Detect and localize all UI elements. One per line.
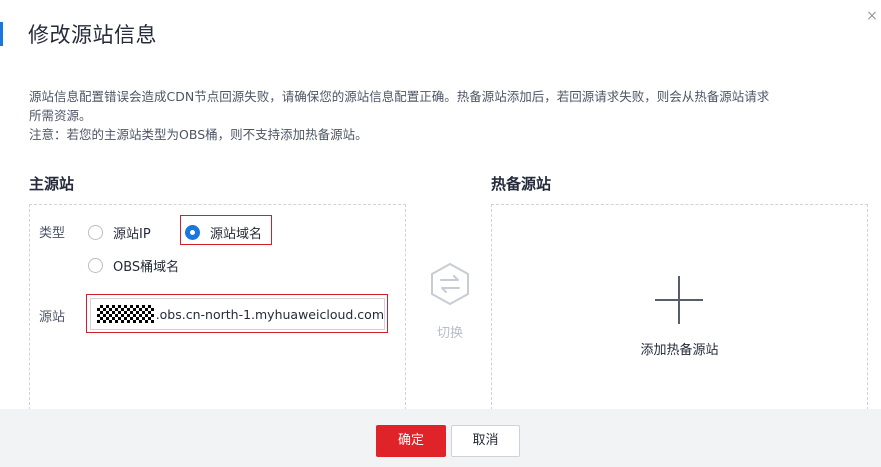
radio-label: 源站IP bbox=[113, 227, 151, 242]
origin-input-value: .obs.cn-north-1.myhuaweicloud.com bbox=[155, 306, 384, 322]
origin-input[interactable]: .obs.cn-north-1.myhuaweicloud.com bbox=[90, 298, 385, 330]
primary-origin-title: 主源站 bbox=[29, 175, 75, 193]
description-line-2: 所需资源。 bbox=[29, 108, 92, 123]
radio-origin-domain[interactable]: 源站域名 bbox=[185, 223, 262, 242]
close-icon[interactable]: × bbox=[863, 7, 881, 25]
dialog-title: 修改源站信息 bbox=[28, 23, 157, 47]
description-line-1: 源站信息配置错误会造成CDN节点回源失败，请确保您的源站信息配置正确。热备源站添… bbox=[29, 89, 770, 104]
backup-origin-title: 热备源站 bbox=[491, 175, 552, 193]
switch-arrows-icon bbox=[431, 262, 469, 306]
description-line-3: 注意：若您的主源站类型为OBS桶，则不支持添加热备源站。 bbox=[29, 127, 368, 142]
radio-circle[interactable] bbox=[88, 258, 103, 273]
origin-label: 源站 bbox=[39, 310, 66, 325]
radio-label: OBS桶域名 bbox=[113, 260, 180, 275]
switch-button[interactable]: 切换 bbox=[425, 262, 475, 341]
radio-origin-ip[interactable]: 源站IP bbox=[88, 223, 151, 242]
radio-label: 源站域名 bbox=[210, 227, 263, 242]
radio-obs-bucket-domain[interactable]: OBS桶域名 bbox=[88, 256, 179, 275]
radio-circle[interactable] bbox=[88, 225, 103, 240]
dialog-description: 源站信息配置错误会造成CDN节点回源失败，请确保您的源站信息配置正确。热备源站添… bbox=[29, 87, 869, 144]
add-backup-origin-label[interactable]: 添加热备源站 bbox=[491, 339, 868, 358]
plus-icon[interactable] bbox=[655, 276, 703, 324]
edit-origin-dialog: 修改源站信息 × 源站信息配置错误会造成CDN节点回源失败，请确保您的源站信息配… bbox=[0, 0, 881, 467]
redacted-mask bbox=[97, 305, 154, 323]
switch-label: 切换 bbox=[436, 326, 463, 341]
title-accent-bar bbox=[0, 22, 3, 46]
confirm-button[interactable]: 确定 bbox=[376, 425, 446, 457]
dialog-header: 修改源站信息 bbox=[0, 18, 157, 50]
type-label: 类型 bbox=[39, 226, 66, 241]
radio-circle-checked[interactable] bbox=[185, 225, 200, 240]
cancel-button[interactable]: 取消 bbox=[451, 425, 520, 457]
